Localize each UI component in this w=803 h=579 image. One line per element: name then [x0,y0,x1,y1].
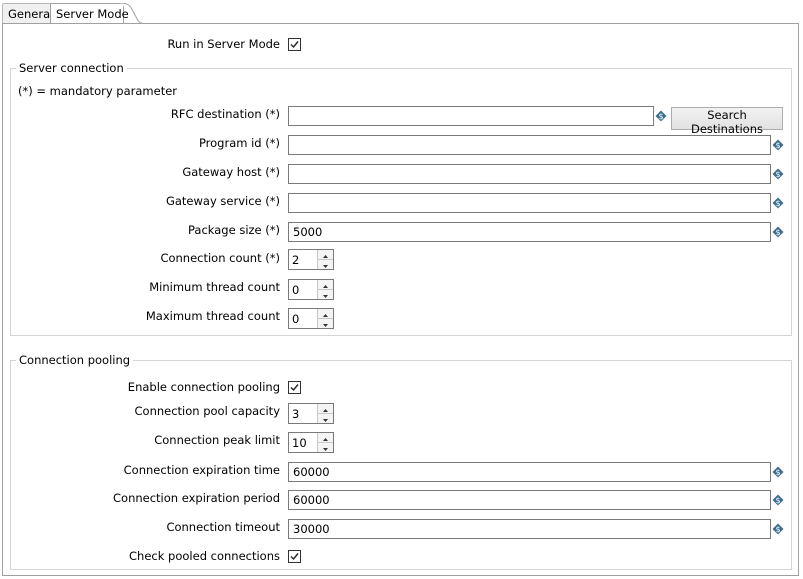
arrow-down-icon[interactable] [318,443,333,452]
svg-text:$: $ [775,199,780,208]
min-thread-count-value: 0 [292,283,300,297]
svg-text:$: $ [775,468,780,477]
variable-icon[interactable]: $ [772,466,784,478]
pool-capacity-stepper[interactable]: 3 [288,403,334,424]
arrow-up-icon[interactable] [318,404,333,414]
pool-capacity-label: Connection pool capacity [134,404,281,418]
variable-icon[interactable]: $ [772,139,784,151]
check-pooled-checkbox[interactable] [288,550,301,563]
connection-pooling-title: Connection pooling [16,353,134,367]
package-size-input[interactable] [288,222,771,242]
svg-text:$: $ [775,228,780,237]
variable-icon[interactable]: $ [772,494,784,506]
check-pooled-label: Check pooled connections [129,549,280,563]
arrow-down-icon[interactable] [318,260,333,269]
server-connection-title: Server connection [16,61,127,75]
pool-capacity-value: 3 [292,407,300,421]
expiration-period-label: Connection expiration period [113,491,280,505]
check-icon [290,553,299,561]
search-destinations-button[interactable]: Search Destinations [671,107,783,136]
stepper-arrows [317,250,333,269]
svg-text:$: $ [775,170,780,179]
variable-icon[interactable]: $ [772,226,784,238]
program-id-label: Program id (*) [198,136,280,150]
max-thread-count-label: Maximum thread count [145,309,280,323]
package-size-label: Package size (*) [188,223,280,237]
tab-server-mode[interactable]: Server Mode [50,3,129,23]
tab-edge-decoration [120,3,142,24]
peak-limit-value: 10 [292,436,307,450]
run-server-mode-checkbox[interactable] [288,38,301,51]
timeout-label: Connection timeout [166,520,280,534]
svg-text:$: $ [658,112,663,121]
enable-pooling-label: Enable connection pooling [127,380,280,394]
gateway-host-label: Gateway host (*) [182,165,280,179]
svg-text:$: $ [775,141,780,150]
mandatory-note: (*) = mandatory parameter [18,84,178,98]
expiration-time-input[interactable] [288,462,771,482]
arrow-down-icon[interactable] [318,319,333,328]
arrow-down-icon[interactable] [318,414,333,423]
svg-text:$: $ [775,525,780,534]
connection-count-label: Connection count (*) [160,251,280,265]
check-icon [290,384,299,392]
run-server-mode-label: Run in Server Mode [167,37,280,51]
arrow-up-icon[interactable] [318,280,333,290]
expiration-period-input[interactable] [288,490,771,510]
max-thread-count-value: 0 [292,312,300,326]
peak-limit-label: Connection peak limit [154,433,280,447]
tab-bar: General Server Mode [0,0,803,24]
arrow-up-icon[interactable] [318,250,333,260]
timeout-input[interactable] [288,519,771,539]
gateway-service-label: Gateway service (*) [165,194,280,208]
stepper-arrows [317,309,333,328]
connection-count-value: 2 [292,253,300,267]
gateway-host-input[interactable] [288,164,771,184]
arrow-up-icon[interactable] [318,433,333,443]
connection-count-stepper[interactable]: 2 [288,249,334,270]
program-id-input[interactable] [288,135,771,155]
stepper-arrows [317,433,333,452]
max-thread-count-stepper[interactable]: 0 [288,308,334,329]
variable-icon[interactable]: $ [655,110,667,122]
stepper-arrows [317,404,333,423]
variable-icon[interactable]: $ [772,168,784,180]
peak-limit-stepper[interactable]: 10 [288,432,334,453]
variable-icon[interactable]: $ [772,523,784,535]
rfc-destination-label: RFC destination (*) [170,107,280,121]
gateway-service-input[interactable] [288,193,771,213]
check-icon [290,41,299,49]
min-thread-count-stepper[interactable]: 0 [288,279,334,300]
expiration-time-label: Connection expiration time [123,463,280,477]
enable-pooling-checkbox[interactable] [288,381,301,394]
min-thread-count-label: Minimum thread count [149,280,280,294]
variable-icon[interactable]: $ [772,197,784,209]
tab-general[interactable]: General [2,3,53,23]
arrow-up-icon[interactable] [318,309,333,319]
stepper-arrows [317,280,333,299]
arrow-down-icon[interactable] [318,290,333,299]
rfc-destination-input[interactable] [288,106,654,126]
svg-text:$: $ [775,496,780,505]
